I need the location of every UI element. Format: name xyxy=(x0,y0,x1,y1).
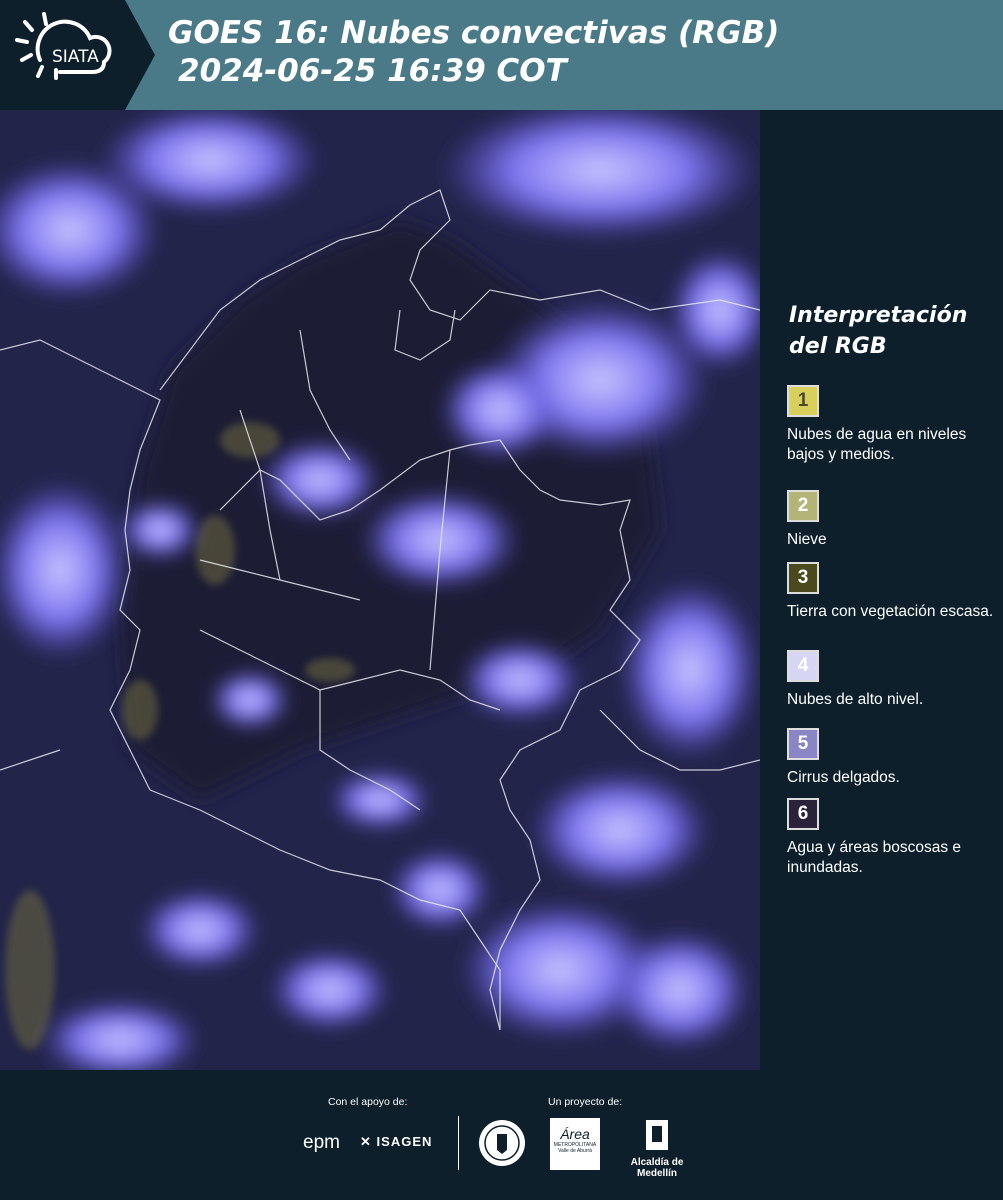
project-label: Un proyecto de: xyxy=(548,1096,623,1108)
title-line-1: GOES 16: Nubes convectivas (RGB) xyxy=(168,15,780,51)
isagen-text: ISAGEN xyxy=(376,1134,433,1149)
legend-title: Interpretación del RGB xyxy=(789,300,967,362)
legend-swatch: 5 xyxy=(787,728,819,760)
isagen-icon: ✕ xyxy=(360,1134,372,1149)
legend-label: Cirrus delgados. xyxy=(787,769,900,786)
siata-logo: SIATA xyxy=(0,0,155,110)
alcaldia-logo: Alcaldía de Medellín xyxy=(612,1118,702,1179)
legend-title-line-2: del RGB xyxy=(789,334,887,359)
area-metropolitana-logo: Área METROPOLITANA Valle de Aburrá xyxy=(550,1118,600,1170)
legend-label: Agua y áreas boscosas e inundadas. xyxy=(787,839,962,876)
legend-panel: Interpretación del RGB 1 Nubes de agua en… xyxy=(775,110,1003,1070)
legend-label: Nubes de alto nivel. xyxy=(787,691,924,708)
alcaldia-text: Alcaldía de Medellín xyxy=(630,1157,684,1179)
page-title: GOES 16: Nubes convectivas (RGB) 2024-06… xyxy=(168,14,779,90)
legend-item-1: 1 Nubes de agua en niveles bajos y medios… xyxy=(787,385,997,465)
alcaldia-shield-icon xyxy=(646,1120,668,1150)
medellin-seal-icon xyxy=(479,1120,525,1166)
footer: Con el apoyo de: Un proyecto de: epm ✕ I… xyxy=(0,1070,1003,1200)
footer-divider xyxy=(458,1116,459,1170)
legend-item-5: 5 Cirrus delgados. xyxy=(787,728,997,788)
title-line-2: 2024-06-25 16:39 COT xyxy=(178,53,567,89)
legend-swatch: 4 xyxy=(787,650,819,682)
legend-swatch: 2 xyxy=(787,490,819,522)
legend-swatch: 3 xyxy=(787,562,819,594)
area-logo-sub2: Valle de Aburrá xyxy=(558,1148,592,1154)
legend-label: Nubes de agua en niveles bajos y medios. xyxy=(787,426,967,463)
legend-item-3: 3 Tierra con vegetación escasa. xyxy=(787,562,997,622)
legend-item-2: 2 Nieve xyxy=(787,490,997,550)
legend-label: Nieve xyxy=(787,531,827,548)
area-logo-text: Área xyxy=(560,1126,590,1142)
header-bar: SIATA GOES 16: Nubes convectivas (RGB) 2… xyxy=(0,0,1003,110)
legend-swatch: 1 xyxy=(787,385,819,417)
siata-logo-text: SIATA xyxy=(52,47,99,67)
legend-label: Tierra con vegetación escasa. xyxy=(787,603,994,620)
legend-title-line-1: Interpretación xyxy=(789,303,968,328)
support-label: Con el apoyo de: xyxy=(328,1096,408,1108)
legend-item-6: 6 Agua y áreas boscosas e inundadas. xyxy=(787,798,997,878)
legend-item-4: 4 Nubes de alto nivel. xyxy=(787,650,997,710)
legend-swatch: 6 xyxy=(787,798,819,830)
epm-logo: epm xyxy=(303,1132,340,1153)
satellite-image xyxy=(0,110,760,1070)
isagen-logo: ✕ ISAGEN xyxy=(360,1134,432,1150)
